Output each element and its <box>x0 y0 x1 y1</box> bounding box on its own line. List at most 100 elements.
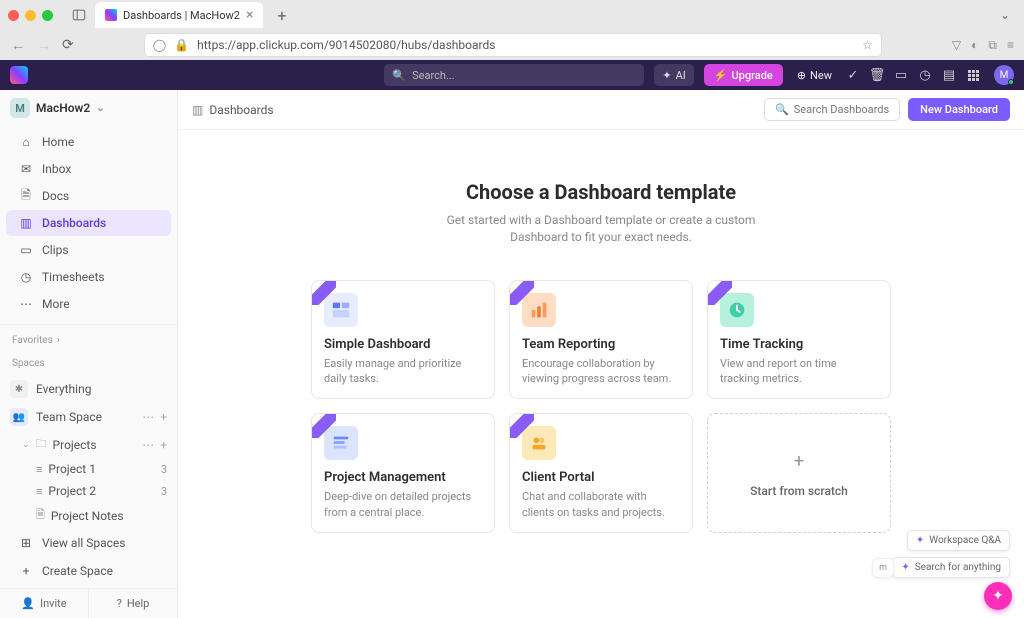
new-button[interactable]: ⊕ New <box>793 69 836 82</box>
ribbon-icon <box>312 281 336 305</box>
list-project-2[interactable]: ≡ Project 2 3 <box>0 480 177 502</box>
grid-icon: ⊞ <box>18 535 34 551</box>
start-from-scratch[interactable]: + Start from scratch <box>707 413 891 533</box>
close-window-button[interactable] <box>8 10 19 21</box>
new-tab-button[interactable]: + <box>271 6 292 25</box>
template-client-portal[interactable]: Client Portal Chat and collaborate with … <box>509 413 693 533</box>
apps-grid-icon[interactable] <box>966 68 980 82</box>
search-anything-chip[interactable]: ✦Search for anything <box>892 557 1010 578</box>
sparkle-icon: ✦ <box>916 535 924 546</box>
nav-clips[interactable]: ▭Clips <box>6 237 171 263</box>
template-desc: Deep-dive on detailed projects from a ce… <box>324 489 482 520</box>
notepad-icon[interactable]: ▤ <box>942 68 956 82</box>
extensions-icon[interactable]: ⧉ <box>988 38 997 53</box>
floating-helpers: ✦Workspace Q&A ✦Search for anything <box>892 530 1010 578</box>
search-icon: 🔍 <box>392 69 406 82</box>
partial-card[interactable]: m <box>872 558 894 578</box>
browser-chrome: Dashboards | MacHow2 × + ⌄ ← → ⟳ ◯ 🔒 htt… <box>0 0 1024 60</box>
doc-icon: 🗎 <box>36 506 45 525</box>
sparkle-icon: ✦ <box>992 588 1004 604</box>
nav-more[interactable]: ⋯More <box>6 291 171 317</box>
maximize-window-button[interactable] <box>42 10 53 21</box>
chevron-down-icon: ⌄ <box>22 440 30 450</box>
hero: Choose a Dashboard template Get started … <box>218 180 984 246</box>
content-header: ▥ Dashboards 🔍 Search Dashboards New Das… <box>178 90 1024 130</box>
new-dashboard-button[interactable]: New Dashboard <box>908 98 1010 121</box>
list-icon: ≡ <box>36 485 42 498</box>
more-icon: ⋯ <box>18 296 34 312</box>
template-team-reporting[interactable]: Team Reporting Encourage collaboration b… <box>509 280 693 400</box>
pocket-icon[interactable]: ▽ <box>952 38 961 53</box>
nav-home[interactable]: ⌂Home <box>6 129 171 155</box>
nav-docs[interactable]: 🗎Docs <box>6 183 171 209</box>
url-text: https://app.clickup.com/9014502080/hubs/… <box>197 38 854 52</box>
video-icon[interactable]: ▭ <box>894 68 908 82</box>
minimize-window-button[interactable] <box>25 10 36 21</box>
sidebar-toggle-icon[interactable] <box>71 7 87 23</box>
template-time-tracking[interactable]: Time Tracking View and report on time tr… <box>707 280 891 400</box>
clips-icon: ▭ <box>18 242 34 258</box>
menu-icon[interactable]: ≡ <box>1007 38 1014 53</box>
account-icon[interactable]: ◐ <box>971 38 978 53</box>
folder-icon: 🗀 <box>36 435 47 454</box>
avatar[interactable]: M <box>994 65 1014 85</box>
space-team-space[interactable]: 👥 Team Space ⋯+ <box>0 403 177 431</box>
window-controls <box>8 10 53 21</box>
view-all-spaces[interactable]: ⊞View all Spaces <box>6 530 171 556</box>
workspace-switcher[interactable]: M MacHow2 ⌄ <box>0 90 177 126</box>
dashboard-icon: ▥ <box>18 215 34 231</box>
timer-icon[interactable]: ◷ <box>918 68 932 82</box>
search-dashboards-input[interactable]: 🔍 Search Dashboards <box>764 98 900 121</box>
tabs-overflow-icon[interactable]: ⌄ <box>994 8 1016 22</box>
reload-button[interactable]: ⟳ <box>62 37 74 53</box>
nav-forward-button[interactable]: → <box>36 37 52 54</box>
home-icon: ⌂ <box>18 134 34 150</box>
tab-close-icon[interactable]: × <box>246 7 253 23</box>
ai-button[interactable]: ✦ AI <box>654 64 693 86</box>
url-field[interactable]: ◯ 🔒 https://app.clickup.com/9014502080/h… <box>144 33 882 57</box>
app-topbar: 🔍 Search... ✦ AI ⚡ Upgrade ⊕ New ✓ 🗑 ▭ ◷… <box>0 60 1024 90</box>
search-icon: 🔍 <box>775 103 789 116</box>
nav-inbox[interactable]: ✉Inbox <box>6 156 171 182</box>
upgrade-button[interactable]: ⚡ Upgrade <box>704 64 783 86</box>
clickup-logo[interactable] <box>10 66 28 84</box>
folder-add-icon[interactable]: + <box>160 438 167 452</box>
nav-timesheets[interactable]: ◷Timesheets <box>6 264 171 290</box>
scratch-label: Start from scratch <box>750 484 848 498</box>
nav-dashboards[interactable]: ▥Dashboards <box>6 210 171 236</box>
template-simple-dashboard[interactable]: Simple Dashboard Easily manage and prior… <box>311 280 495 400</box>
template-project-management[interactable]: Project Management Deep-dive on detailed… <box>311 413 495 533</box>
ribbon-icon <box>708 281 732 305</box>
invite-button[interactable]: 👤Invite <box>0 589 89 618</box>
doc-project-notes[interactable]: 🗎 Project Notes <box>0 502 177 529</box>
trash-icon[interactable]: 🗑 <box>870 68 884 82</box>
folder-projects[interactable]: ⌄ 🗀 Projects ⋯+ <box>0 431 177 458</box>
help-button[interactable]: ?Help <box>89 589 177 618</box>
folder-menu-icon[interactable]: ⋯ <box>142 438 154 452</box>
workspace-qa-chip[interactable]: ✦Workspace Q&A <box>907 530 1010 551</box>
ribbon-icon <box>510 281 534 305</box>
template-title: Simple Dashboard <box>324 337 482 352</box>
browser-tab[interactable]: Dashboards | MacHow2 × <box>95 2 263 28</box>
space-add-icon[interactable]: + <box>160 410 167 424</box>
tab-bar: Dashboards | MacHow2 × + ⌄ <box>0 0 1024 30</box>
favorites-header[interactable]: Favorites› <box>0 329 177 352</box>
check-circle-icon[interactable]: ✓ <box>846 68 860 82</box>
ribbon-icon <box>510 414 534 438</box>
nav-back-button[interactable]: ← <box>10 37 26 54</box>
create-space[interactable]: +Create Space <box>6 558 171 584</box>
workspace-name: MacHow2 <box>36 101 90 115</box>
ai-assistant-fab[interactable]: ✦ <box>984 582 1012 610</box>
bookmark-star-icon[interactable]: ☆ <box>862 38 873 52</box>
task-count: 3 <box>161 485 167 498</box>
template-title: Time Tracking <box>720 337 878 352</box>
template-title: Client Portal <box>522 470 680 485</box>
space-menu-icon[interactable]: ⋯ <box>142 410 154 424</box>
global-search[interactable]: 🔍 Search... <box>384 64 644 86</box>
template-desc: View and report on time tracking metrics… <box>720 356 878 387</box>
team-space-icon: 👥 <box>10 408 28 426</box>
breadcrumb[interactable]: ▥ Dashboards <box>192 103 274 117</box>
tab-title: Dashboards | MacHow2 <box>123 9 240 22</box>
space-everything[interactable]: ✱Everything <box>0 375 177 403</box>
list-project-1[interactable]: ≡ Project 1 3 <box>0 458 177 480</box>
